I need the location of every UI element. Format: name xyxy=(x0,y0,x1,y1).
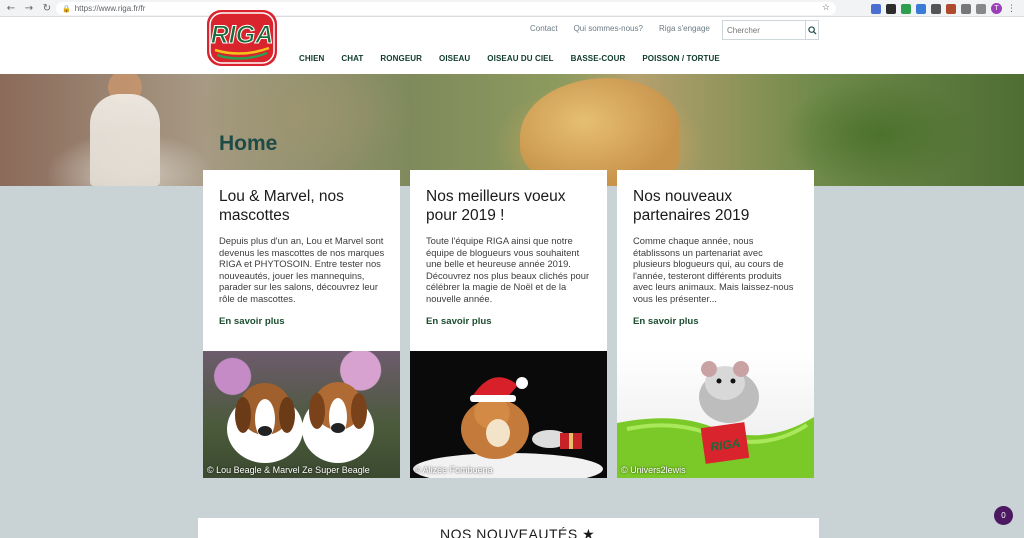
extension-icon[interactable] xyxy=(871,3,881,14)
page-title: Home xyxy=(219,132,278,155)
top-link-about[interactable]: Qui sommes-nous? xyxy=(574,24,643,33)
extension-icon[interactable] xyxy=(931,3,941,14)
card-photo-rat[interactable]: RIGA © Univers2lewis xyxy=(617,351,814,478)
browser-menu-icon[interactable]: ⋮ xyxy=(1007,4,1016,14)
card-title: Lou & Marvel, nos mascottes xyxy=(219,188,344,224)
extension-icon[interactable] xyxy=(901,3,911,14)
card-title: Nos meilleurs voeux pour 2019 ! xyxy=(426,188,566,224)
extension-icon[interactable] xyxy=(976,3,986,14)
browser-toolbar: ← → ↻ 🔒 https://www.riga.fr/fr ☆ T ⋮ xyxy=(0,0,1024,17)
read-more-link[interactable]: En savoir plus xyxy=(426,316,492,327)
photo-caption: © Alizée Fombuena xyxy=(414,465,493,475)
cart-badge[interactable]: 0 xyxy=(994,506,1013,525)
card-title: Nos nouveaux partenaires 2019 xyxy=(633,188,750,224)
top-links: Contact Qui sommes-nous? Riga s'engage xyxy=(530,24,710,33)
nav-oiseau[interactable]: OISEAU xyxy=(439,54,470,63)
read-more-link[interactable]: En savoir plus xyxy=(219,316,285,327)
reload-icon[interactable]: ↻ xyxy=(40,1,54,15)
card-text: Depuis plus d'un an, Lou et Marvel sont … xyxy=(219,235,385,304)
extension-icon[interactable] xyxy=(886,3,896,14)
card-text: Comme chaque année, nous établissons un … xyxy=(633,235,794,304)
new-products-section: NOS NOUVEAUTÉS ★ xyxy=(198,518,819,538)
read-more-link[interactable]: En savoir plus xyxy=(633,316,699,327)
bookmark-star-icon[interactable]: ☆ xyxy=(822,2,830,13)
nav-chien[interactable]: CHIEN xyxy=(299,54,324,63)
card-photo-shiba[interactable]: © Alizée Fombuena xyxy=(410,351,607,478)
hero-girl-image xyxy=(90,94,160,186)
news-card[interactable]: Nos meilleurs voeux pour 2019 ! Toute l'… xyxy=(410,170,607,478)
url-text: https://www.riga.fr/fr xyxy=(74,4,146,13)
site-header: Contact Qui sommes-nous? Riga s'engage C… xyxy=(0,17,1024,74)
extension-icon[interactable] xyxy=(961,3,971,14)
top-link-contact[interactable]: Contact xyxy=(530,24,558,33)
forward-icon[interactable]: → xyxy=(22,1,36,15)
search-input[interactable] xyxy=(723,21,805,39)
search-button[interactable] xyxy=(805,21,818,39)
photo-caption: © Univers2lewis xyxy=(621,465,686,475)
logo-text: RIGA xyxy=(211,21,274,49)
section-title: NOS NOUVEAUTÉS ★ xyxy=(440,526,596,538)
extension-icon[interactable] xyxy=(916,3,926,14)
address-bar[interactable]: 🔒 https://www.riga.fr/fr ☆ xyxy=(56,2,836,15)
nav-chat[interactable]: CHAT xyxy=(341,54,363,63)
top-link-engage[interactable]: Riga s'engage xyxy=(659,24,710,33)
riga-logo[interactable]: RIGA xyxy=(205,8,280,68)
news-card[interactable]: Lou & Marvel, nos mascottes Depuis plus … xyxy=(203,170,400,478)
card-text: Toute l'équipe RIGA ainsi que notre équi… xyxy=(426,235,590,304)
extension-icon[interactable] xyxy=(946,3,956,14)
nav-poisson-tortue[interactable]: POISSON / TORTUE xyxy=(642,54,719,63)
search-box xyxy=(722,20,819,40)
nav-basse-cour[interactable]: BASSE-COUR xyxy=(571,54,626,63)
card-photo-beagles[interactable]: © Lou Beagle & Marvel Ze Super Beagle xyxy=(203,351,400,478)
news-card[interactable]: Nos nouveaux partenaires 2019 Comme chaq… xyxy=(617,170,814,478)
nav-rongeur[interactable]: RONGEUR xyxy=(380,54,422,63)
back-icon[interactable]: ← xyxy=(4,1,18,15)
profile-avatar[interactable]: T xyxy=(991,3,1002,14)
photo-caption: © Lou Beagle & Marvel Ze Super Beagle xyxy=(207,465,370,475)
extensions: T ⋮ xyxy=(871,3,1016,14)
main-nav: CHIEN CHAT RONGEUR OISEAU OISEAU DU CIEL… xyxy=(299,54,720,63)
nav-oiseau-du-ciel[interactable]: OISEAU DU CIEL xyxy=(487,54,553,63)
search-icon xyxy=(807,25,817,35)
lock-icon: 🔒 xyxy=(62,5,71,13)
